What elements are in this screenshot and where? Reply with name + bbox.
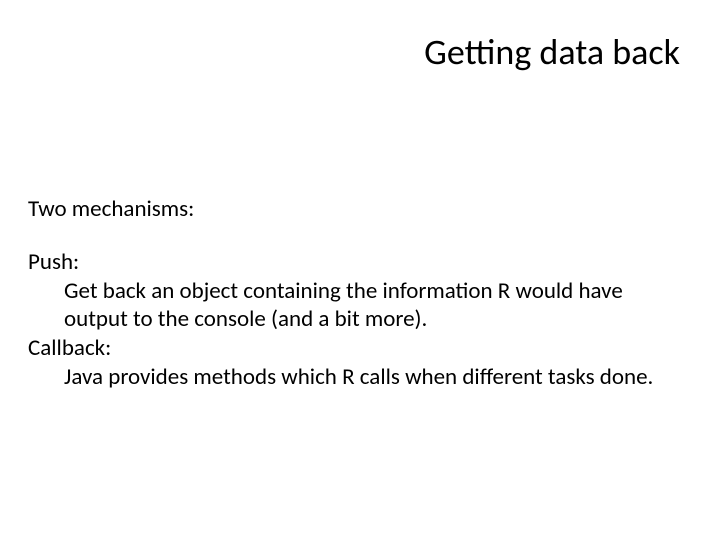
section-label-callback: Callback: — [28, 334, 680, 363]
slide: Getting data back Two mechanisms: Push: … — [0, 0, 720, 540]
section-desc-push: Get back an object containing the inform… — [28, 277, 680, 335]
title-area: Getting data back — [424, 30, 680, 74]
intro-text: Two mechanisms: — [28, 195, 680, 224]
body-content: Two mechanisms: Push: Get back an object… — [28, 195, 680, 392]
page-title: Getting data back — [424, 30, 680, 74]
section-desc-callback: Java provides methods which R calls when… — [28, 363, 680, 392]
section-label-push: Push: — [28, 248, 680, 277]
